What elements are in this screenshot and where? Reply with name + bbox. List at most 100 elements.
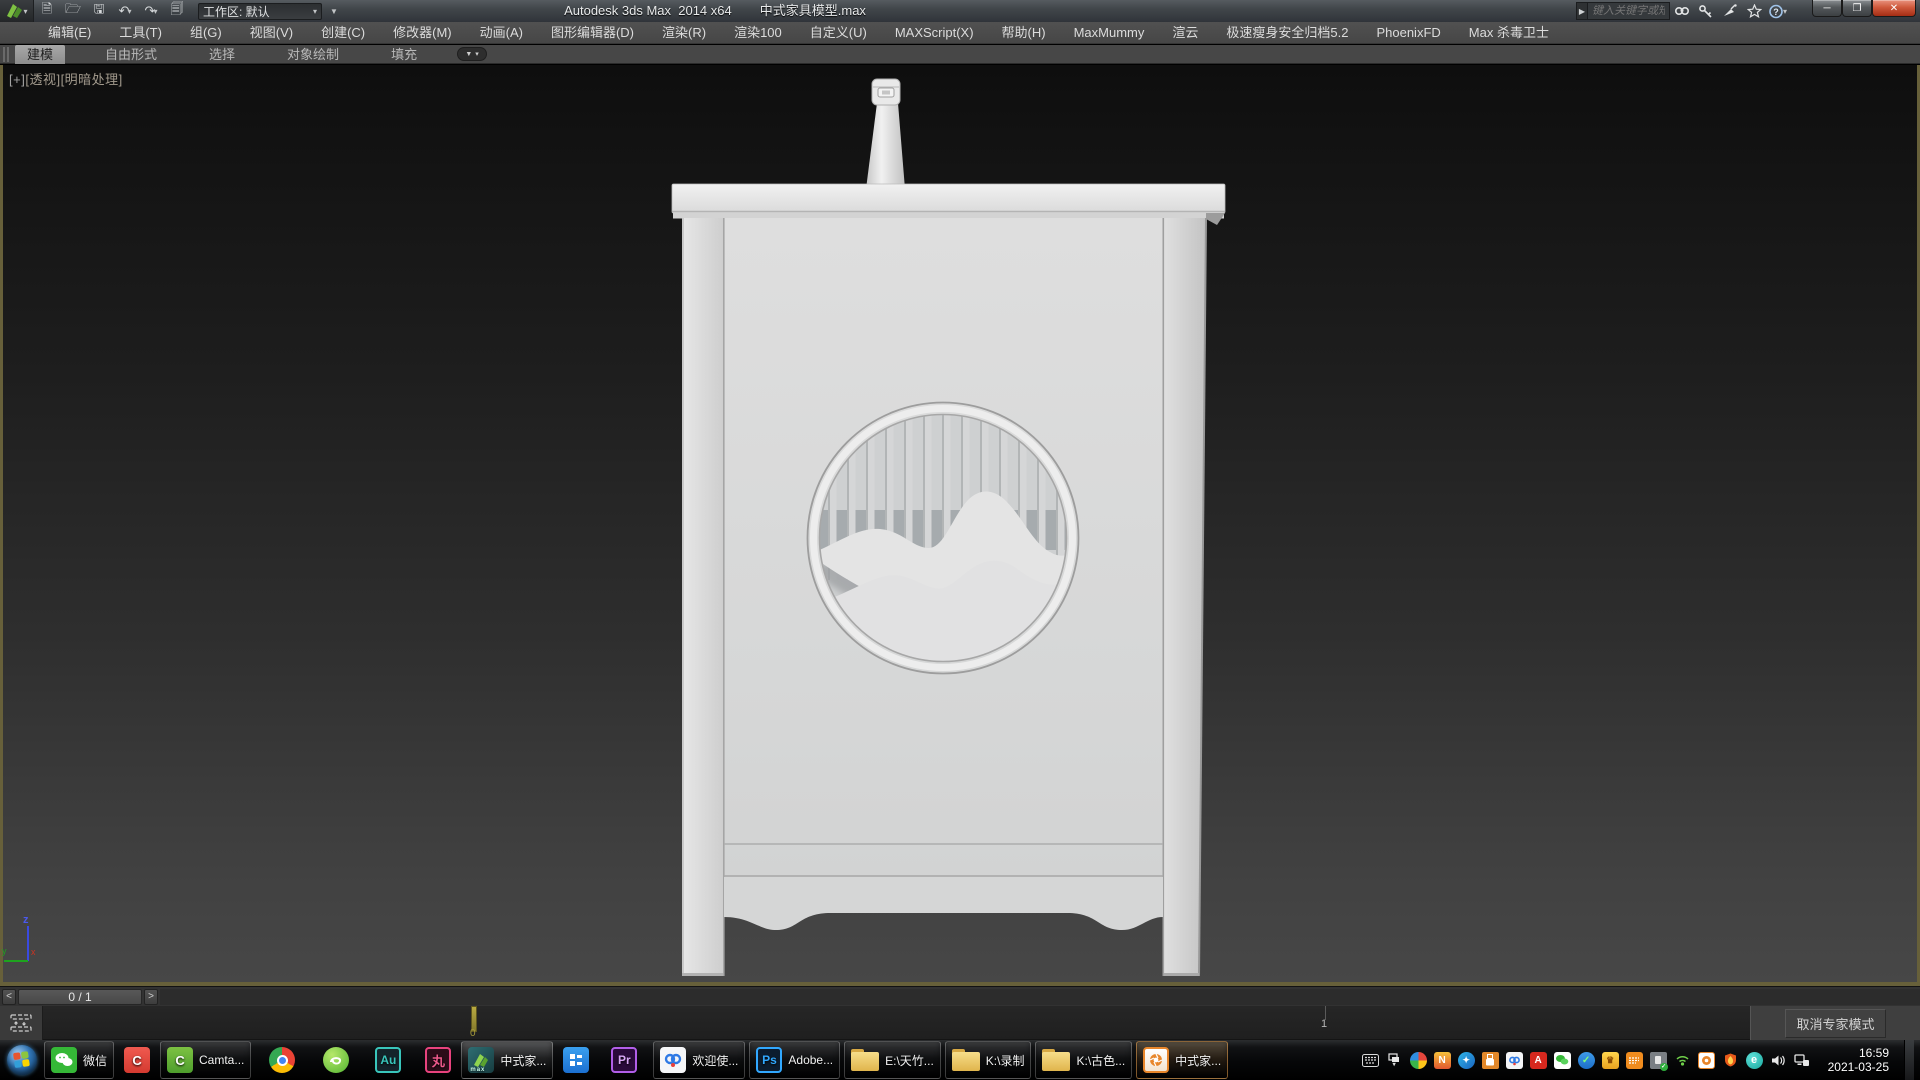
new-scene-button[interactable]: 🗎 bbox=[35, 1, 59, 21]
menu-customize[interactable]: 自定义(U) bbox=[796, 22, 881, 44]
time-slider-track[interactable] bbox=[160, 989, 1920, 1005]
e-browser-icon[interactable]: e bbox=[1746, 1052, 1763, 1069]
menu-views[interactable]: 视图(V) bbox=[236, 22, 307, 44]
tab-modeling[interactable]: 建模 bbox=[15, 45, 65, 64]
svg-text:y: y bbox=[2, 946, 7, 956]
start-button[interactable] bbox=[2, 1040, 42, 1080]
ribbon-minimize-button[interactable]: ▼▾ bbox=[457, 47, 487, 61]
menu-tools[interactable]: 工具(T) bbox=[105, 22, 176, 44]
search-go-icon[interactable]: ▶ bbox=[1576, 2, 1588, 20]
wechat-tray-icon[interactable] bbox=[1554, 1052, 1571, 1069]
menu-modifiers[interactable]: 修改器(M) bbox=[379, 22, 466, 44]
menu-antivirus[interactable]: Max 杀毒卫士 bbox=[1455, 22, 1563, 44]
tab-populate[interactable]: 填充 bbox=[379, 45, 429, 64]
help-search-input[interactable] bbox=[1588, 2, 1670, 20]
menu-create[interactable]: 创建(C) bbox=[307, 22, 379, 44]
max-logo-button[interactable]: ▾ bbox=[0, 0, 34, 22]
menu-renderbus[interactable]: 渲云 bbox=[1158, 22, 1212, 44]
menu-maxscript[interactable]: MAXScript(X) bbox=[881, 22, 988, 44]
network-icon[interactable] bbox=[1794, 1052, 1811, 1069]
previous-frame-button[interactable]: < bbox=[2, 989, 16, 1005]
taskbar-item-capture-tool[interactable]: 中式家... bbox=[1136, 1041, 1228, 1079]
minimize-button[interactable]: ─ bbox=[1812, 0, 1842, 17]
rings-tray-icon[interactable] bbox=[1506, 1052, 1523, 1069]
tab-freeform[interactable]: 自由形式 bbox=[93, 45, 169, 64]
usb-drive-icon[interactable] bbox=[1482, 1052, 1499, 1069]
undo-button[interactable]: ↶▾ bbox=[113, 1, 137, 21]
pc-manager-icon[interactable]: ✓ bbox=[1578, 1052, 1595, 1069]
taskbar-item-wan-app[interactable]: 丸 bbox=[419, 1041, 457, 1079]
workspace-selector[interactable]: 工作区: 默认 ▾ bbox=[198, 3, 322, 20]
show-desktop-button[interactable] bbox=[1904, 1040, 1914, 1080]
n-app-icon[interactable]: N bbox=[1434, 1052, 1451, 1069]
blue-pinwheel-icon[interactable]: ✦ bbox=[1458, 1052, 1475, 1069]
close-button[interactable]: ✕ bbox=[1872, 0, 1916, 17]
taskbar-item-audition[interactable]: Au bbox=[369, 1041, 407, 1079]
tab-selection[interactable]: 选择 bbox=[197, 45, 247, 64]
key-icon[interactable] bbox=[1694, 1, 1718, 21]
qat-overflow-button[interactable]: ▼ bbox=[323, 1, 347, 21]
taskbar-item-welcome-window[interactable]: 欢迎使... bbox=[653, 1041, 745, 1079]
time-slider-thumb[interactable]: 0 / 1 bbox=[18, 989, 142, 1005]
taskbar-item-camtasia[interactable]: C Camta... bbox=[160, 1041, 251, 1079]
faucet bbox=[866, 79, 905, 189]
hidden-icons-expander[interactable]: ▾ bbox=[1386, 1052, 1403, 1069]
max-logo-icon bbox=[5, 3, 25, 19]
taskbar-item-chrome[interactable] bbox=[263, 1041, 301, 1079]
menu-animation[interactable]: 动画(A) bbox=[466, 22, 537, 44]
star-icon[interactable] bbox=[1742, 1, 1766, 21]
taskbar-item-wechat[interactable]: 微信 bbox=[44, 1041, 114, 1079]
taskbar-item-folder-e[interactable]: E:\天竹... bbox=[844, 1041, 941, 1079]
pinwheel-utility-icon[interactable] bbox=[1410, 1052, 1427, 1069]
menu-help[interactable]: 帮助(H) bbox=[988, 22, 1060, 44]
menu-maxmummy[interactable]: MaxMummy bbox=[1060, 22, 1159, 44]
sogou-input-icon[interactable] bbox=[1626, 1052, 1643, 1069]
taskbar-item-3dsmax[interactable]: max 中式家... bbox=[461, 1041, 553, 1079]
sogou-assistant-icon[interactable]: ♛ bbox=[1602, 1052, 1619, 1069]
workspace-label: 工作区: 默认 bbox=[203, 3, 270, 20]
menu-edit[interactable]: 编辑(E) bbox=[34, 22, 105, 44]
tab-object-paint[interactable]: 对象绘制 bbox=[275, 45, 351, 64]
menu-rendering[interactable]: 渲染(R) bbox=[648, 22, 720, 44]
wechat-icon bbox=[51, 1047, 77, 1073]
cancel-expert-mode-button[interactable]: 取消专家模式 bbox=[1785, 1009, 1885, 1038]
track-bar[interactable]: 0 1 bbox=[43, 1006, 1750, 1040]
capture-tray-icon[interactable] bbox=[1698, 1052, 1715, 1069]
taskbar-item-photoshop[interactable]: Ps Adobe... bbox=[749, 1041, 840, 1079]
satellite-icon[interactable] bbox=[1718, 1, 1742, 21]
open-file-button[interactable]: 🗁 bbox=[61, 1, 85, 21]
cabinet-3d-model: z x y bbox=[0, 65, 1920, 986]
acrobat-icon[interactable]: A bbox=[1530, 1052, 1547, 1069]
taskbar-item-sogou-browser[interactable] bbox=[317, 1041, 355, 1079]
wireless-signal-icon[interactable] bbox=[1674, 1052, 1691, 1069]
menu-phoenixfd[interactable]: PhoenixFD bbox=[1362, 22, 1454, 44]
open-mini-curve-editor-button[interactable] bbox=[0, 1006, 43, 1040]
perspective-viewport[interactable]: [+][透视][明暗处理] bbox=[0, 65, 1920, 986]
taskbar-item-folder-k-antique[interactable]: K:\古色... bbox=[1035, 1041, 1132, 1079]
taskbar-item-camtasia-red[interactable]: C bbox=[118, 1041, 156, 1079]
chrome-icon bbox=[269, 1047, 295, 1073]
taskbar-item-label: Camta... bbox=[199, 1053, 244, 1067]
help-icon[interactable]: ?▾ bbox=[1766, 1, 1790, 21]
safely-remove-usb-icon[interactable]: ✓ bbox=[1650, 1052, 1667, 1069]
taskbar-clock[interactable]: 16:59 2021-03-25 bbox=[1828, 1046, 1889, 1074]
menu-render100[interactable]: 渲染100 bbox=[720, 22, 796, 44]
next-frame-button[interactable]: > bbox=[144, 989, 158, 1005]
search-icon[interactable] bbox=[1670, 1, 1694, 21]
taskbar-item-premiere[interactable]: Pr bbox=[605, 1041, 643, 1079]
security-shield-icon[interactable] bbox=[1722, 1052, 1739, 1069]
menu-slim-archive[interactable]: 极速瘦身安全归档5.2 bbox=[1212, 22, 1362, 44]
taskbar-item-folder-k-record[interactable]: K:\录制 bbox=[945, 1041, 1032, 1079]
save-file-button[interactable]: 🖫 bbox=[87, 1, 111, 21]
ribbon-grip[interactable] bbox=[3, 47, 9, 62]
project-folder-button[interactable]: 🗐 bbox=[165, 1, 189, 21]
taskbar-item-video-app[interactable] bbox=[557, 1041, 595, 1079]
restore-button[interactable]: ❐ bbox=[1842, 0, 1872, 17]
menu-group[interactable]: 组(G) bbox=[176, 22, 236, 44]
redo-button[interactable]: ↷▾ bbox=[139, 1, 163, 21]
menu-graph-editors[interactable]: 图形编辑器(D) bbox=[537, 22, 648, 44]
current-frame-label: 0 bbox=[470, 1028, 476, 1039]
input-method-keyboard-icon[interactable] bbox=[1362, 1052, 1379, 1069]
volume-icon[interactable] bbox=[1770, 1052, 1787, 1069]
ribbon-tab-bar: 建模 自由形式 选择 对象绘制 填充 ▼▾ bbox=[0, 45, 1920, 64]
